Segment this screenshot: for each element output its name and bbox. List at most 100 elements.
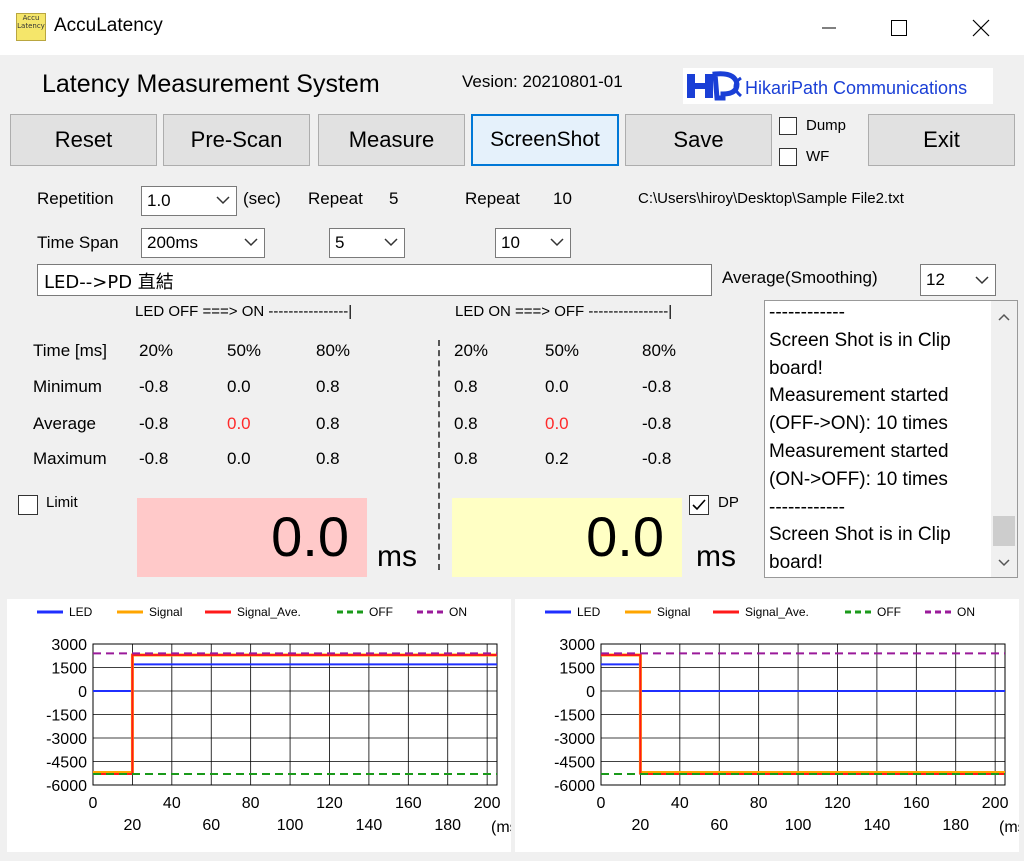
y-tick-label: 1500 [51, 661, 87, 678]
save-button[interactable]: Save [625, 114, 772, 166]
log-line: (OFF->ON): 10 times [769, 413, 948, 435]
y-tick-label: 0 [586, 684, 595, 701]
left-max-80: 0.8 [316, 449, 340, 468]
timespan-value: 200ms [147, 233, 199, 252]
row-label-minimum: Minimum [33, 377, 102, 396]
app-icon: Accu Latency [16, 13, 46, 41]
log-scrollbar[interactable] [991, 301, 1017, 577]
x-tick-label: 60 [710, 817, 728, 834]
left-col-20: 20% [139, 341, 174, 360]
chevron-down-icon [550, 238, 564, 247]
legend-label: Signal_Ave. [237, 605, 301, 619]
chevron-down-icon [975, 276, 989, 285]
chevron-down-icon [384, 238, 398, 247]
x-tick-label: 200 [982, 795, 1009, 812]
maximize-icon [891, 19, 907, 36]
chevron-down-icon [244, 238, 258, 247]
y-tick-label: 3000 [51, 637, 87, 654]
repeat-value-2: 10 [553, 189, 572, 208]
log-lines: ------------ Screen Shot is in Clip boar… [769, 301, 991, 577]
x-tick-label: 80 [750, 795, 768, 812]
legend-label: Signal [657, 605, 690, 619]
close-button[interactable] [958, 0, 1004, 55]
note-input[interactable]: LED-->PD 直結 [37, 264, 712, 296]
system-title: Latency Measurement System [42, 70, 380, 98]
repeat-select-1[interactable]: 5 [329, 228, 405, 258]
timespan-select[interactable]: 200ms [141, 228, 265, 258]
repetition-select[interactable]: 1.0 [141, 186, 237, 216]
log-line: ------------ [769, 302, 845, 323]
scroll-up-icon[interactable] [991, 307, 1017, 327]
on-off-unit: ms [696, 540, 736, 573]
maximize-button[interactable] [876, 0, 922, 55]
log-line: (ON->OFF): 10 times [769, 468, 948, 490]
x-tick-label: 0 [89, 795, 98, 812]
measure-button[interactable]: Measure [318, 114, 465, 166]
x-tick-label: 40 [671, 795, 689, 812]
on-off-chart-svg: LED Signal Signal_Ave. OFF ON 3000 1500 0 -1500 -… [545, 605, 1024, 836]
window-title: AccuLatency [54, 15, 163, 36]
log-line: Measurement started [769, 440, 949, 462]
right-max-80: -0.8 [642, 449, 672, 468]
legend-label: OFF [369, 605, 393, 619]
x-tick-label: 140 [356, 817, 383, 834]
x-tick-label: 80 [242, 795, 260, 812]
legend-label: LED [577, 605, 601, 619]
row-label-time: Time [ms] [33, 341, 107, 360]
screenshot-button[interactable]: ScreenShot [471, 114, 619, 166]
on-off-latency-value: 0.0 [586, 505, 664, 568]
on-off-header: LED ON ===> OFF ----------------| [455, 303, 673, 320]
legend-label: OFF [877, 605, 901, 619]
scroll-thumb[interactable] [993, 516, 1015, 546]
repeat-value-1: 5 [389, 189, 399, 208]
repetition-value: 1.0 [147, 191, 171, 210]
x-tick-label: 180 [434, 817, 461, 834]
right-avg-80: -0.8 [642, 414, 672, 433]
off-on-chart-svg: LED Signal Signal_Ave. OFF ON 3000 1500 0 -1500 -… [37, 605, 523, 836]
wf-label: WF [806, 148, 830, 165]
off-on-latency-value: 0.0 [271, 505, 349, 568]
file-path: C:\Users\hiroy\Desktop\Sample File2.txt [638, 190, 904, 207]
on-off-chart: LED Signal Signal_Ave. OFF ON 3000 1500 0 -1500 -… [515, 599, 1024, 852]
left-col-50: 50% [227, 341, 262, 360]
exit-button[interactable]: Exit [868, 114, 1015, 166]
y-tick-label: -4500 [46, 755, 87, 772]
x-tick-label: 20 [124, 817, 142, 834]
right-min-50: 0.0 [545, 377, 569, 396]
average-value: 12 [926, 270, 945, 289]
prescan-button[interactable]: Pre-Scan [163, 114, 310, 166]
repeat-select-2[interactable]: 10 [495, 228, 571, 258]
row-label-average: Average [33, 414, 97, 433]
x-tick-label: 180 [942, 817, 969, 834]
repeat-select-2-value: 10 [501, 233, 520, 252]
legend-label: ON [449, 605, 467, 619]
left-max-20: -0.8 [139, 449, 169, 468]
version-label: Vesion: 20210801-01 [462, 72, 623, 91]
dp-label: DP [718, 494, 739, 511]
x-tick-label: 20 [632, 817, 650, 834]
wf-checkbox[interactable] [779, 148, 797, 166]
log-textbox[interactable]: ------------ Screen Shot is in Clip boar… [764, 300, 1018, 578]
right-col-20: 20% [454, 341, 489, 360]
left-avg-80: 0.8 [316, 414, 340, 433]
app-icon-text-2: Latency [17, 22, 45, 30]
limit-checkbox[interactable] [18, 495, 38, 515]
y-tick-label: -6000 [46, 778, 87, 795]
close-icon [972, 19, 990, 36]
reset-button[interactable]: Reset [10, 114, 157, 166]
dp-checkbox[interactable] [689, 495, 709, 515]
right-min-20: 0.8 [454, 377, 478, 396]
dump-checkbox[interactable] [779, 117, 797, 135]
right-avg-50: 0.0 [545, 414, 569, 433]
limit-label: Limit [46, 494, 78, 511]
x-tick-label: 160 [395, 795, 422, 812]
y-tick-label: 1500 [559, 661, 595, 678]
y-tick-label: -3000 [554, 731, 595, 748]
x-unit-label: (ms) [999, 819, 1019, 836]
scroll-down-icon[interactable] [991, 553, 1017, 573]
right-max-20: 0.8 [454, 449, 478, 468]
minimize-button[interactable] [806, 0, 852, 55]
right-avg-20: 0.8 [454, 414, 478, 433]
average-select[interactable]: 12 [920, 264, 996, 296]
left-min-50: 0.0 [227, 377, 251, 396]
